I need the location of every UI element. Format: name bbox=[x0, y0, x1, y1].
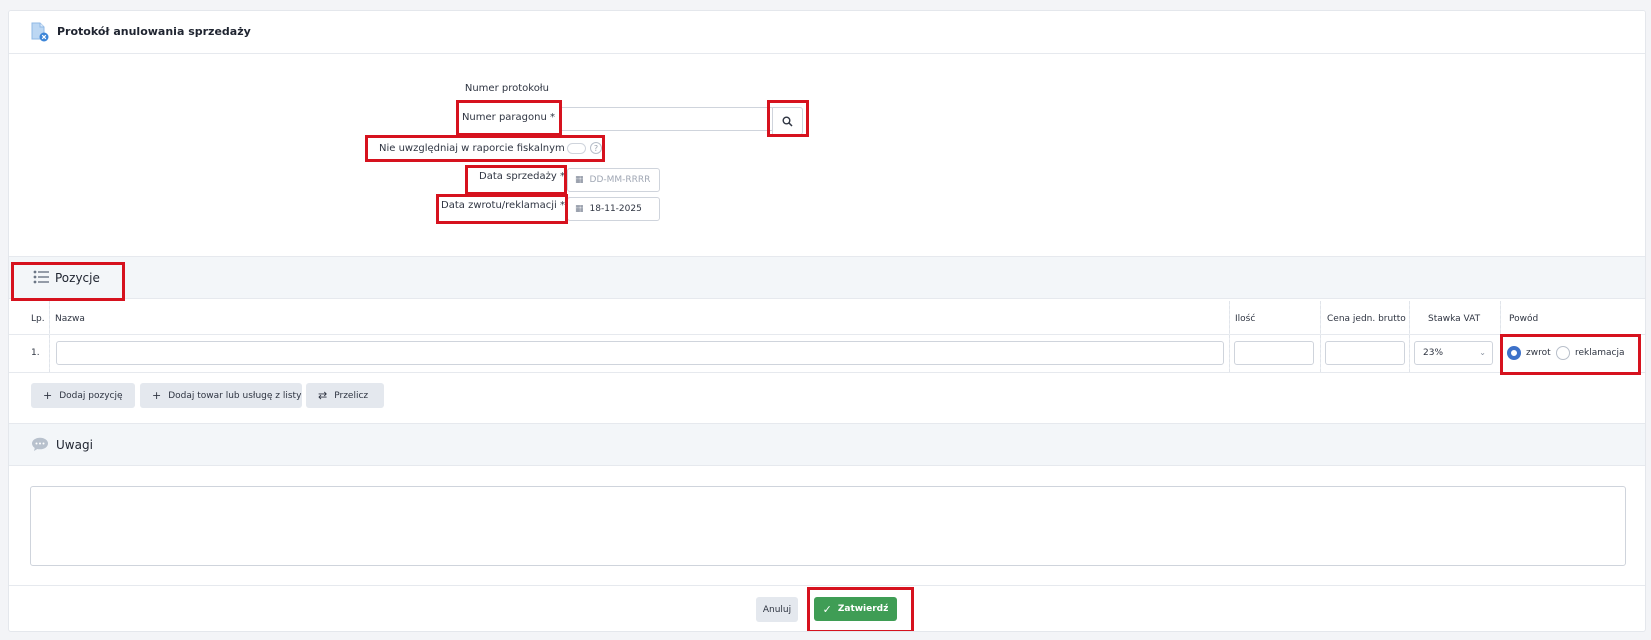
column-header-reason: Powód bbox=[1509, 314, 1539, 324]
plus-icon: + bbox=[43, 389, 53, 402]
table-divider bbox=[9, 372, 1645, 373]
column-separator bbox=[1229, 301, 1230, 372]
column-separator bbox=[1320, 301, 1321, 372]
calendar-icon: ▦ bbox=[575, 175, 584, 185]
column-header-price: Cena jedn. brutto bbox=[1327, 314, 1406, 324]
table-divider bbox=[9, 334, 1645, 335]
receipt-number-input[interactable] bbox=[559, 107, 774, 131]
sale-date-placeholder: DD-MM-RRRR bbox=[589, 175, 651, 185]
add-position-label: Dodaj pozycję bbox=[59, 390, 123, 401]
highlight-box bbox=[1500, 334, 1641, 375]
column-header-name: Nazwa bbox=[55, 314, 85, 324]
protocol-number-label: Numer protokołu bbox=[464, 83, 549, 94]
return-date-value: 18-11-2025 bbox=[589, 204, 642, 214]
column-header-lp: Lp. bbox=[31, 314, 45, 324]
notes-section-header: Uwagi bbox=[9, 423, 1645, 466]
calendar-icon: ▦ bbox=[575, 204, 584, 214]
item-qty-input[interactable] bbox=[1234, 341, 1314, 365]
return-date-input[interactable]: ▦ 18-11-2025 bbox=[567, 197, 660, 221]
highlight-box bbox=[807, 587, 914, 631]
footer-divider bbox=[9, 585, 1645, 586]
add-from-list-label: Dodaj towar lub usługę z listy bbox=[168, 390, 302, 401]
highlight-box bbox=[465, 165, 567, 195]
chevron-down-icon: ⌄ bbox=[1479, 348, 1486, 357]
refresh-icon: ⇄ bbox=[318, 389, 328, 402]
notes-textarea[interactable] bbox=[30, 486, 1626, 566]
sale-date-input[interactable]: ▦ DD-MM-RRRR bbox=[567, 168, 660, 192]
column-header-qty: Ilość bbox=[1235, 314, 1256, 324]
add-from-list-button[interactable]: + Dodaj towar lub usługę z listy bbox=[140, 383, 302, 408]
add-position-button[interactable]: + Dodaj pozycję bbox=[31, 383, 135, 408]
document-cancel-icon bbox=[31, 22, 49, 42]
highlight-box bbox=[456, 100, 562, 136]
positions-section-header: Pozycje bbox=[9, 256, 1645, 299]
recalculate-label: Przelicz bbox=[334, 390, 369, 401]
vat-rate-value: 23% bbox=[1423, 348, 1444, 358]
speech-bubble-icon bbox=[32, 437, 48, 451]
notes-title: Uwagi bbox=[56, 438, 93, 452]
vat-rate-select[interactable]: 23% ⌄ bbox=[1414, 341, 1493, 365]
plus-icon: + bbox=[152, 389, 162, 402]
cancel-button[interactable]: Anuluj bbox=[756, 597, 798, 622]
recalculate-button[interactable]: ⇄ Przelicz bbox=[306, 383, 384, 408]
item-price-input[interactable] bbox=[1325, 341, 1405, 365]
page-header: Protokół anulowania sprzedaży bbox=[9, 11, 1645, 54]
protocol-card: Protokół anulowania sprzedaży Numer prot… bbox=[8, 10, 1646, 632]
column-header-vat: Stawka VAT bbox=[1428, 314, 1481, 324]
page-title: Protokół anulowania sprzedaży bbox=[57, 25, 251, 38]
highlight-box bbox=[11, 262, 125, 301]
row-number: 1. bbox=[31, 348, 40, 358]
highlight-box bbox=[767, 100, 809, 137]
column-separator bbox=[1409, 301, 1410, 372]
highlight-box bbox=[365, 135, 605, 162]
item-name-input[interactable] bbox=[56, 341, 1224, 365]
highlight-box bbox=[436, 194, 568, 224]
column-separator bbox=[49, 301, 50, 372]
